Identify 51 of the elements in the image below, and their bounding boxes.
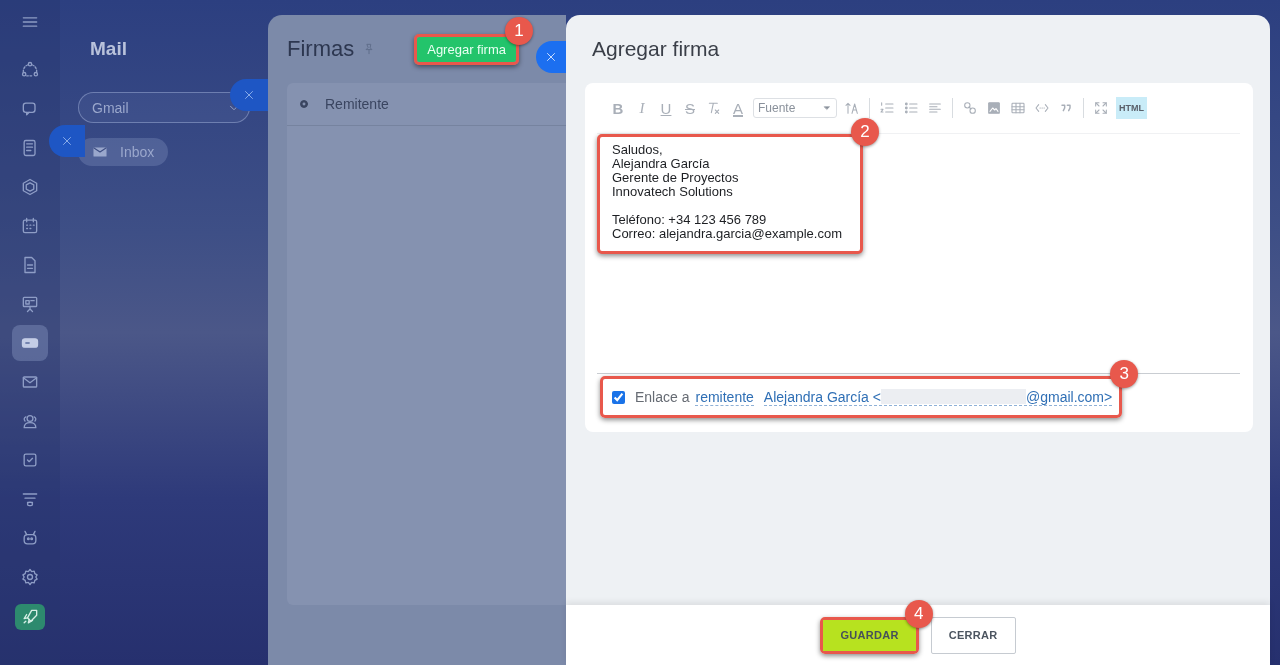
signature-line: Teléfono: +34 123 456 789 (612, 213, 768, 227)
signature-line: Alejandra García (612, 157, 711, 171)
close-button[interactable] (230, 79, 268, 111)
bold-button[interactable]: B (609, 97, 627, 119)
checkbox-label: Enlace a (635, 389, 690, 405)
table-icon[interactable] (1010, 100, 1026, 116)
sender-address-link[interactable]: Alejandra García < @gmail.com> (763, 388, 1113, 406)
fullscreen-icon[interactable] (1093, 100, 1109, 116)
panel-title: Firmas (287, 36, 355, 62)
callout-badge: 1 (504, 16, 533, 45)
signature-line: Correo: alejandra.garcia@example.com (612, 227, 842, 241)
callout-badge: 2 (851, 118, 879, 146)
folder-button[interactable]: Inbox (78, 138, 169, 166)
callout-badge: 4 (904, 599, 933, 628)
close-icon (60, 134, 74, 148)
dialog-title: Agregar firma (592, 37, 721, 62)
link-icon[interactable] (962, 100, 978, 116)
hexagon-icon (20, 177, 40, 197)
mail-title: Mail (90, 38, 127, 60)
numbered-list-icon[interactable] (879, 100, 895, 116)
callout-badge: 3 (1110, 360, 1139, 388)
presentation-icon (20, 294, 40, 314)
save-button[interactable]: GUARDAR (823, 619, 916, 651)
sender-link[interactable]: remitente (695, 388, 754, 406)
image-icon[interactable] (986, 100, 1002, 116)
envelope-icon (92, 144, 108, 160)
mailbox-select[interactable]: Gmail (78, 92, 250, 123)
signature-line: Gerente de Proyectos (612, 171, 740, 185)
signature-line: Saludos, (612, 143, 664, 157)
bulleted-list-icon[interactable] (903, 100, 919, 116)
sidebar-item[interactable] (12, 325, 48, 361)
signature-line: Innovatech Solutions (612, 185, 733, 199)
calendar-icon (20, 216, 40, 236)
add-signature-button[interactable]: Agregar firma (417, 36, 516, 62)
close-icon (242, 88, 256, 102)
sidebar-item[interactable] (15, 604, 45, 630)
caret-icon (822, 103, 832, 113)
italic-button[interactable]: I (633, 97, 651, 119)
color-button[interactable]: A (729, 97, 747, 119)
underline-button[interactable]: U (657, 97, 675, 119)
font-select[interactable]: Fuente (753, 98, 837, 118)
strike-button[interactable]: S (681, 97, 699, 119)
link-checkbox[interactable] (612, 390, 625, 404)
clear-format-icon[interactable] (706, 100, 722, 116)
nodes-icon (20, 60, 40, 80)
column-header: Remitente (325, 96, 389, 112)
align-left-icon[interactable] (927, 100, 943, 116)
close-icon (544, 50, 558, 64)
font-size-icon[interactable] (844, 100, 860, 116)
close-button[interactable]: CERRAR (930, 616, 1016, 654)
html-button[interactable]: HTML (1116, 97, 1147, 119)
